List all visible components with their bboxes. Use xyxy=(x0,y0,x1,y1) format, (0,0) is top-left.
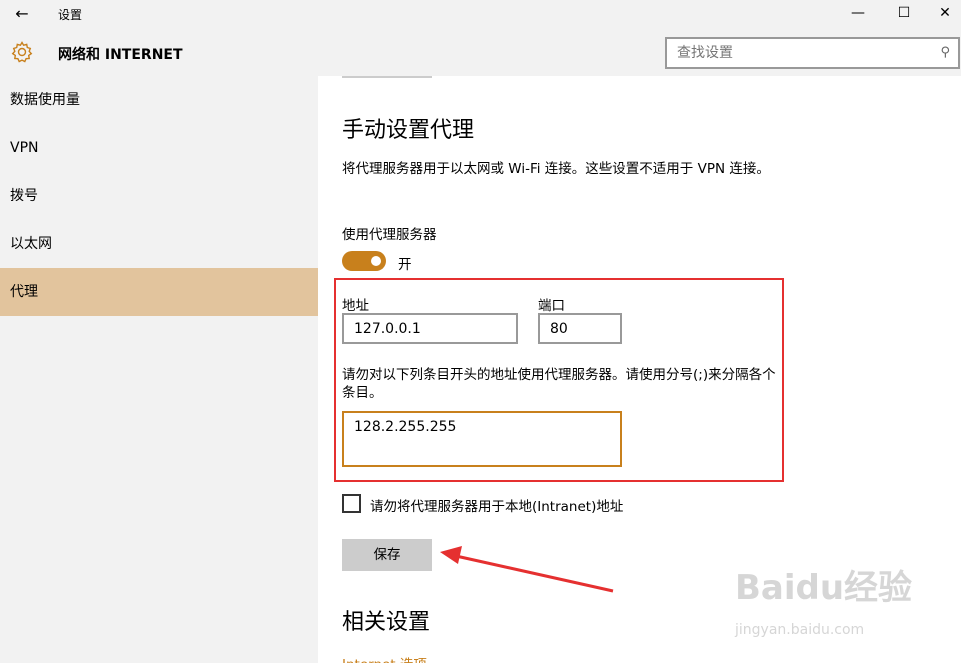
address-field[interactable] xyxy=(342,313,518,344)
internet-options-link[interactable]: Internet 选项 xyxy=(342,653,427,663)
title-bar: ← 设置 — ☐ ✕ xyxy=(0,0,961,28)
annotation-arrow-icon xyxy=(440,546,614,593)
bypass-local-label: 请勿将代理服务器用于本地(Intranet)地址 xyxy=(370,499,624,515)
window-title: 设置 xyxy=(58,8,83,22)
sidebar-item-data-usage[interactable]: 数据使用量 xyxy=(0,76,318,124)
address-label: 地址 xyxy=(342,298,369,314)
sidebar: 数据使用量 VPN 拨号 以太网 代理 xyxy=(0,76,318,663)
section-title: 网络和 INTERNET xyxy=(58,47,183,63)
manual-proxy-description: 将代理服务器用于以太网或 Wi-Fi 连接。这些设置不适用于 VPN 连接。 xyxy=(342,161,770,177)
use-proxy-label: 使用代理服务器 xyxy=(342,227,437,243)
manual-proxy-heading: 手动设置代理 xyxy=(342,118,475,143)
bypass-local-checkbox[interactable] xyxy=(342,494,361,513)
exceptions-description: 请勿对以下列条目开头的地址使用代理服务器。请使用分号(;)来分隔各个条目。 xyxy=(342,367,776,401)
related-settings-heading: 相关设置 xyxy=(342,610,431,635)
settings-header: 网络和 INTERNET ⚲ xyxy=(0,28,961,76)
save-button[interactable]: 保存 xyxy=(342,539,432,571)
use-proxy-toggle[interactable] xyxy=(342,251,386,271)
minimize-button[interactable]: — xyxy=(834,0,882,28)
close-button[interactable]: ✕ xyxy=(921,0,961,28)
back-arrow-icon[interactable]: ← xyxy=(12,4,32,23)
port-label: 端口 xyxy=(538,298,565,314)
sidebar-item-proxy[interactable]: 代理 xyxy=(0,268,318,316)
search-box[interactable]: ⚲ xyxy=(665,37,960,69)
baidu-watermark: Baidu经验 jingyan.baidu.com xyxy=(735,560,935,650)
toggle-state-label: 开 xyxy=(398,257,412,273)
divider xyxy=(342,76,432,78)
gear-icon xyxy=(11,41,33,63)
search-icon[interactable]: ⚲ xyxy=(940,45,950,60)
port-field[interactable] xyxy=(538,313,622,344)
watermark-logo: Baidu经验 xyxy=(735,568,913,608)
watermark-url: jingyan.baidu.com xyxy=(735,622,865,638)
sidebar-item-ethernet[interactable]: 以太网 xyxy=(0,220,318,268)
sidebar-item-vpn[interactable]: VPN xyxy=(0,124,318,172)
sidebar-item-dialup[interactable]: 拨号 xyxy=(0,172,318,220)
exceptions-field[interactable]: 128.2.255.255 xyxy=(342,411,622,467)
search-input[interactable] xyxy=(667,39,917,67)
toggle-knob xyxy=(371,256,381,266)
